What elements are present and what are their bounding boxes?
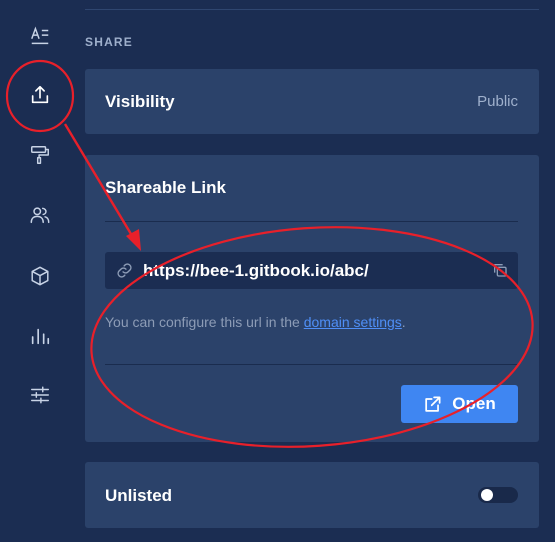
share-url-field[interactable]: https://bee-1.gitbook.io/abc/ (105, 252, 518, 289)
divider (105, 364, 518, 365)
users-icon[interactable] (22, 197, 58, 233)
copy-icon[interactable] (492, 262, 508, 278)
external-link-icon (425, 396, 441, 412)
cube-icon[interactable] (22, 258, 58, 294)
section-title: SHARE (85, 35, 134, 49)
sidebar (0, 0, 80, 542)
open-button-label: Open (452, 394, 496, 413)
top-divider (85, 9, 539, 10)
sliders-icon[interactable] (22, 377, 58, 413)
shareable-link-card: Shareable Link https://bee-1.gitbook.io/… (85, 155, 539, 442)
divider (105, 221, 518, 222)
unlisted-label: Unlisted (105, 486, 173, 505)
paint-roller-icon[interactable] (22, 137, 58, 173)
bar-chart-icon[interactable] (22, 318, 58, 354)
toggle-knob (481, 489, 493, 501)
helper-suffix: . (401, 314, 406, 330)
share-url-text[interactable]: https://bee-1.gitbook.io/abc/ (143, 261, 369, 281)
share-upload-icon[interactable] (22, 77, 58, 113)
helper-prefix: You can configure this url in the (105, 314, 304, 330)
shareable-link-title: Shareable Link (105, 178, 226, 197)
link-icon (117, 263, 132, 278)
visibility-value[interactable]: Public (477, 93, 518, 110)
open-button[interactable]: Open (401, 385, 518, 423)
share-settings-panel: SHARE Visibility Public Shareable Link h… (85, 0, 539, 542)
domain-settings-link[interactable]: domain settings (304, 314, 402, 330)
unlisted-toggle[interactable] (478, 487, 518, 503)
unlisted-card: Unlisted (85, 462, 539, 528)
visibility-card[interactable]: Visibility Public (85, 69, 539, 134)
text-format-icon[interactable] (22, 18, 58, 54)
visibility-label: Visibility (105, 92, 175, 111)
helper-text: You can configure this url in the domain… (105, 314, 406, 330)
